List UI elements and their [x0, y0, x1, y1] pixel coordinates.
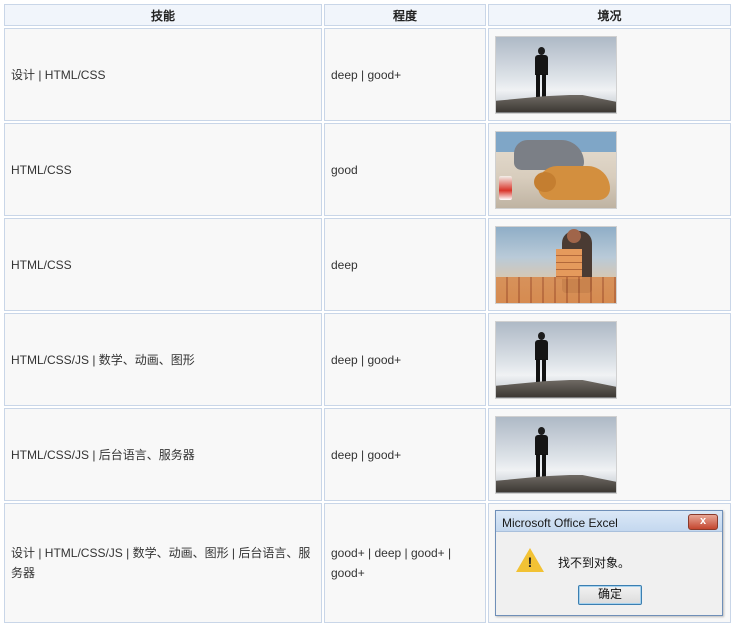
level-cell: deep — [324, 218, 486, 311]
skill-cell: HTML/CSS/JS | 后台语言、服务器 — [4, 408, 322, 501]
header-situation: 境况 — [488, 4, 731, 26]
skill-cell: 设计 | HTML/CSS — [4, 28, 322, 121]
warning-mark: ! — [527, 554, 533, 570]
level-cell: deep | good+ — [324, 408, 486, 501]
skill-cell: HTML/CSS/JS | 数学、动画、图形 — [4, 313, 322, 406]
table-row: HTML/CSS deep — [4, 218, 731, 311]
situation-cell — [488, 408, 731, 501]
man-on-cliff-image — [495, 415, 617, 494]
ok-button[interactable]: 确定 — [578, 585, 642, 605]
situation-cell — [488, 28, 731, 121]
header-level: 程度 — [324, 4, 486, 26]
dialog-titlebar: Microsoft Office Excel x — [496, 511, 722, 532]
dialog-close-button[interactable]: x — [688, 514, 718, 530]
skills-table: 技能 程度 境况 设计 | HTML/CSS deep | good+ HTML… — [2, 2, 733, 625]
table-row: HTML/CSS good — [4, 123, 731, 216]
man-carrying-bricks-image — [495, 225, 617, 304]
dialog-message: 找不到对象。 — [558, 556, 631, 570]
man-on-cliff-image — [495, 320, 617, 399]
skill-cell: HTML/CSS — [4, 218, 322, 311]
level-cell: good — [324, 123, 486, 216]
situation-cell: Microsoft Office Excel x ! 找不到对象。 确定 — [488, 503, 731, 623]
table-header-row: 技能 程度 境况 — [4, 4, 731, 26]
situation-cell — [488, 123, 731, 216]
skill-cell: HTML/CSS — [4, 123, 322, 216]
table-row: HTML/CSS/JS | 后台语言、服务器 deep | good+ — [4, 408, 731, 501]
skill-cell: 设计 | HTML/CSS/JS | 数学、动画、图形 | 后台语言、服务器 — [4, 503, 322, 623]
excel-error-dialog: Microsoft Office Excel x ! 找不到对象。 确定 — [495, 510, 723, 616]
level-cell: good+ | deep | good+ | good+ — [324, 503, 486, 623]
situation-cell — [488, 313, 731, 406]
table-row: HTML/CSS/JS | 数学、动画、图形 deep | good+ — [4, 313, 731, 406]
table-row: 设计 | HTML/CSS deep | good+ — [4, 28, 731, 121]
table-row: 设计 | HTML/CSS/JS | 数学、动画、图形 | 后台语言、服务器 g… — [4, 503, 731, 623]
header-skill: 技能 — [4, 4, 322, 26]
man-on-cliff-image — [495, 35, 617, 114]
sleeping-man-with-dog-image — [495, 130, 617, 209]
level-cell: deep | good+ — [324, 28, 486, 121]
situation-cell — [488, 218, 731, 311]
level-cell: deep | good+ — [324, 313, 486, 406]
dialog-title: Microsoft Office Excel — [502, 516, 618, 530]
